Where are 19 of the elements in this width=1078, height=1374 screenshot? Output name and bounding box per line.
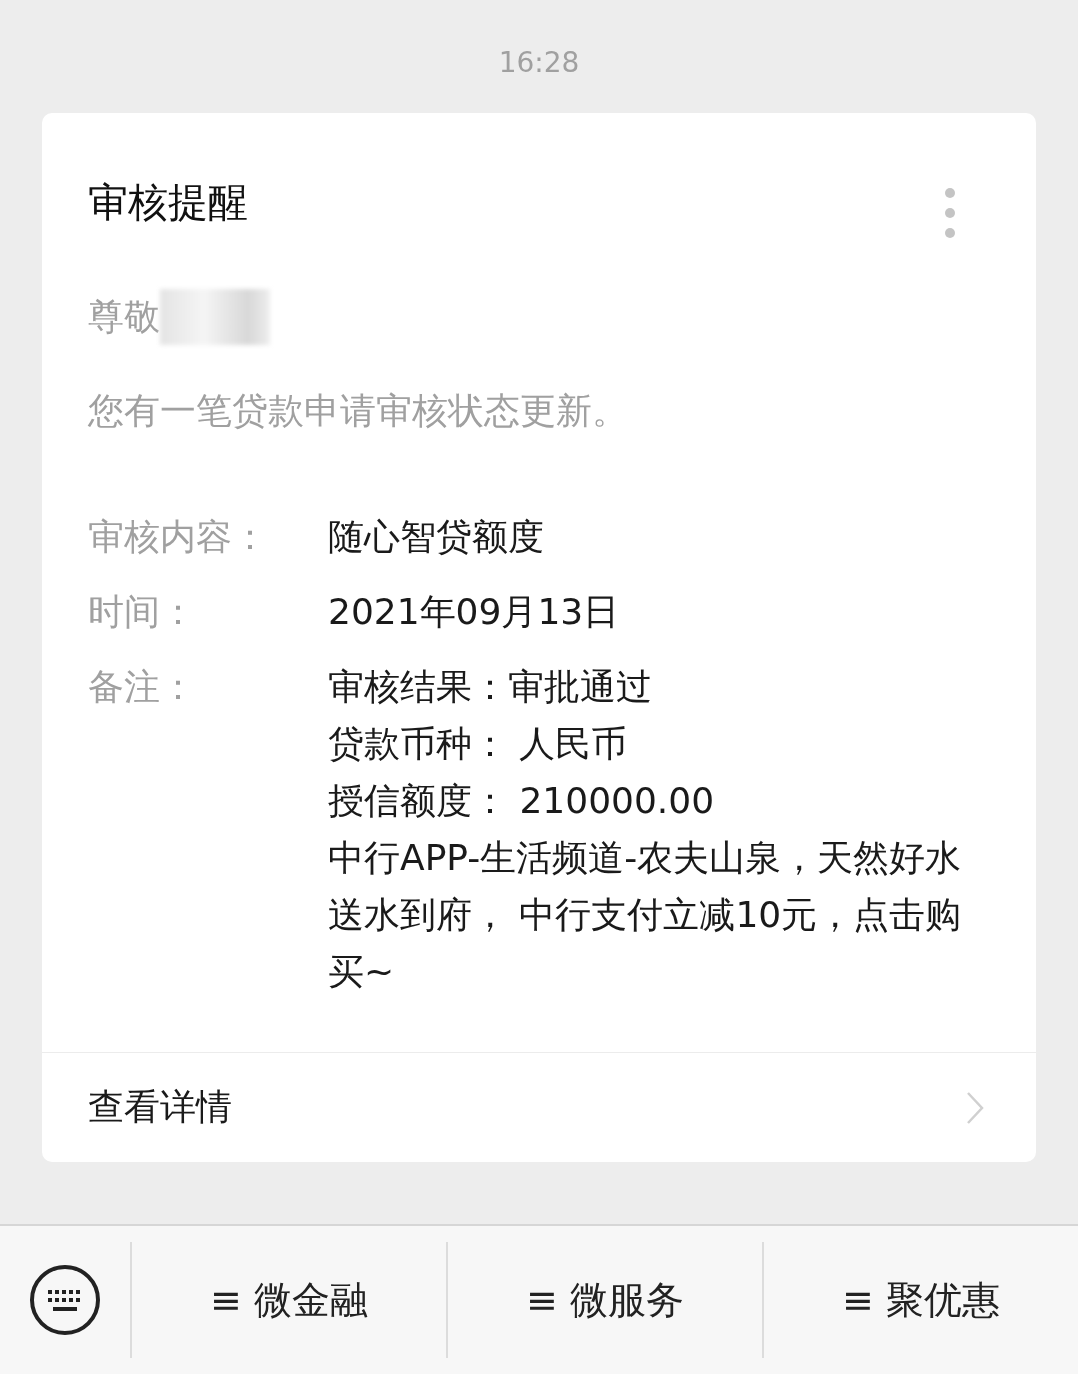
message-text: 您有一笔贷款申请审核状态更新。 [87,389,629,433]
field-label: 审核内容： [88,515,269,559]
field-value: 授信额度： 210000.00 [328,779,716,823]
menu-tab[interactable]: ≡ 聚优惠 [762,1242,1078,1358]
field-label: 时间： [88,590,197,634]
keyboard-icon[interactable] [29,1264,101,1336]
timestamp: 16:28 [498,46,580,79]
field-value: 2021年09月13日 [328,590,621,634]
card-title: 审核提醒 [88,177,248,227]
chevron-right-icon [966,1090,984,1125]
menu-tab[interactable]: ≡ 微金融 [130,1242,446,1358]
field-value: 随心智贷额度 [328,515,545,559]
view-details-link[interactable]: 查看详情 [88,1083,232,1132]
field-value: 审核结果：审批通过 [328,665,653,709]
menu-tab[interactable]: ≡ 微服务 [446,1242,762,1358]
field-value: 贷款币种： 人民币 [328,722,629,766]
field-label: 备注： [88,665,197,709]
greeting: 尊敬 [88,294,160,339]
field-value: 中行APP-生活频道-农夫山泉，天然好水送水到府， 中行支付立减10元，点击购买~ [328,836,963,994]
